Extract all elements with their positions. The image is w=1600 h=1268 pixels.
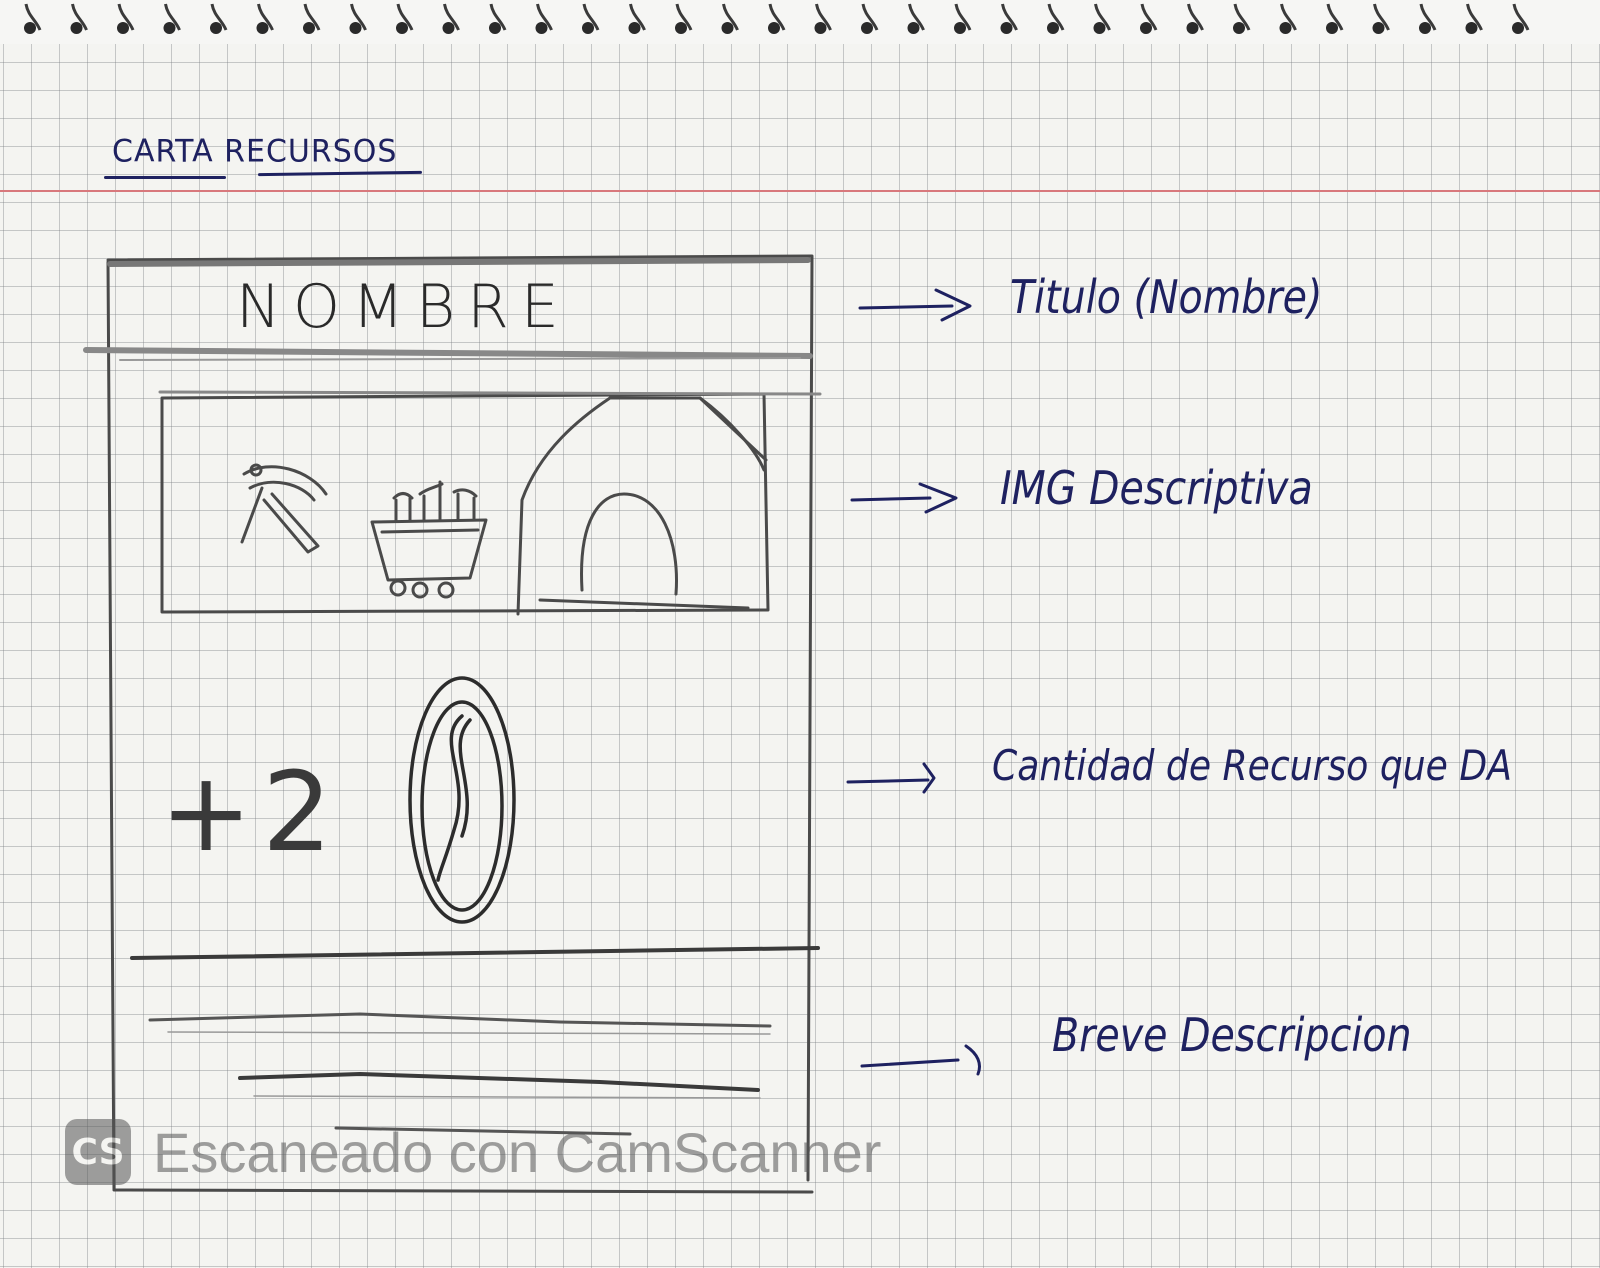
mine-entrance-icon — [516, 396, 768, 616]
scanner-watermark: CS Escaneado con CamScanner — [65, 1119, 881, 1185]
title-band-top — [107, 257, 811, 267]
description-divider — [130, 946, 820, 960]
card-amount: +2 — [160, 748, 343, 876]
annotation-image: IMG Descriptiva — [1000, 461, 1313, 515]
annotation-amount: Cantidad de Recurso que DA — [992, 741, 1512, 790]
card-sketch — [83, 254, 981, 1194]
arrow-amount — [846, 762, 936, 794]
resource-token-icon — [408, 676, 516, 924]
annotation-description: Breve Descripcion — [1052, 1008, 1412, 1062]
description-lines — [148, 1012, 772, 1136]
annotation-title: Titulo (Nombre) — [1010, 270, 1323, 324]
arrow-title — [858, 288, 972, 322]
watermark-text: Escaneado con CamScanner — [153, 1120, 882, 1184]
mine-cart-icon — [370, 480, 488, 599]
pickaxe-icon — [240, 463, 328, 554]
title-band-bottom — [83, 347, 813, 359]
arrow-description — [860, 1044, 981, 1076]
arrow-image — [850, 482, 958, 514]
card-name: NOMBRE — [236, 272, 571, 342]
camscanner-logo-icon: CS — [65, 1119, 131, 1185]
